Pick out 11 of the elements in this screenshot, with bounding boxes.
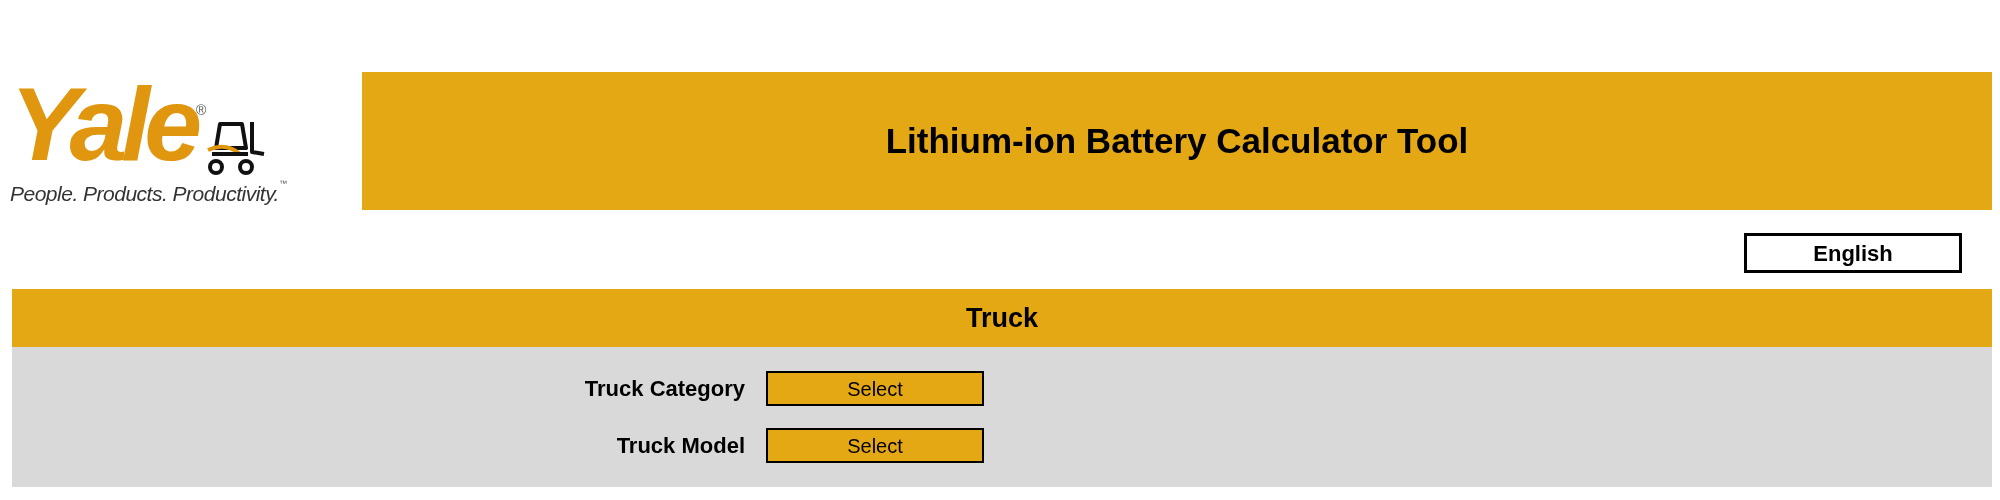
language-button[interactable]: English <box>1744 233 1962 273</box>
trademark-mark: ™ <box>278 178 287 190</box>
logo-wordmark: Yale <box>10 72 197 176</box>
select-dropdown[interactable]: Select <box>766 428 984 463</box>
field-label: Truck Model <box>615 432 745 460</box>
registered-mark: ® <box>196 102 207 118</box>
field-label: Truck Category <box>583 375 745 403</box>
select-dropdown[interactable]: Select <box>766 371 984 406</box>
page-title: Lithium-ion Battery Calculator Tool <box>885 119 1469 162</box>
section-title: Truck <box>965 301 1038 335</box>
logo-tagline: People. Products. Productivity. <box>10 181 279 207</box>
